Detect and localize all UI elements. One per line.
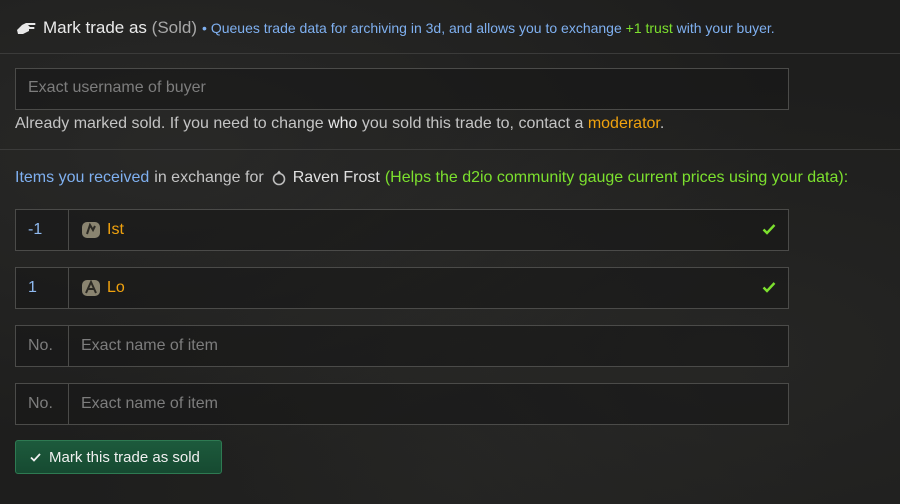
item-name-input[interactable]: Lo [69, 267, 789, 309]
item-name-label: Ist [107, 221, 124, 238]
buyer-username-input[interactable]: Exact username of buyer [15, 68, 789, 110]
quantity-input[interactable]: -1 [15, 209, 69, 251]
ring-icon [272, 170, 285, 186]
divider [0, 53, 900, 54]
mark-sold-label: Mark this trade as sold [49, 448, 200, 466]
sold-note: Already marked sold. If you need to chan… [15, 115, 665, 132]
check-icon [30, 452, 41, 462]
moderator-link[interactable]: moderator [588, 115, 660, 132]
section-title: Mark trade as (Sold) [43, 18, 198, 37]
empty-item-row: No. Exact name of item [15, 325, 789, 367]
empty-item-row: No. Exact name of item [15, 383, 789, 425]
divider [0, 149, 900, 150]
item-name-label: Lo [107, 279, 125, 296]
quantity-input[interactable]: No. [15, 383, 69, 425]
hand-pointing-icon [17, 23, 36, 34]
trust-badge: +1 trust [625, 20, 673, 36]
item-name-input[interactable]: Ist [69, 209, 789, 251]
mark-sold-button[interactable]: Mark this trade as sold [15, 440, 222, 474]
status-label: (Sold) [151, 18, 198, 37]
received-items-heading: Items you received in exchange for Raven… [15, 169, 849, 186]
received-item-row: -1 Ist [15, 209, 789, 251]
rune-icon [82, 279, 100, 296]
received-item-row: 1 Lo [15, 267, 789, 309]
item-name-input[interactable]: Exact name of item [69, 383, 789, 425]
buyer-username-placeholder: Exact username of buyer [28, 79, 206, 96]
header: Mark trade as (Sold) • Queues trade data… [15, 14, 775, 42]
quantity-input[interactable]: No. [15, 325, 69, 367]
rune-icon [82, 222, 100, 238]
item-name-input[interactable]: Exact name of item [69, 325, 789, 367]
check-icon [762, 282, 776, 293]
check-icon [762, 224, 776, 235]
quantity-input[interactable]: 1 [15, 267, 69, 309]
traded-item-name: Raven Frost [292, 169, 380, 186]
section-description: • Queues trade data for archiving in 3d,… [202, 20, 775, 36]
